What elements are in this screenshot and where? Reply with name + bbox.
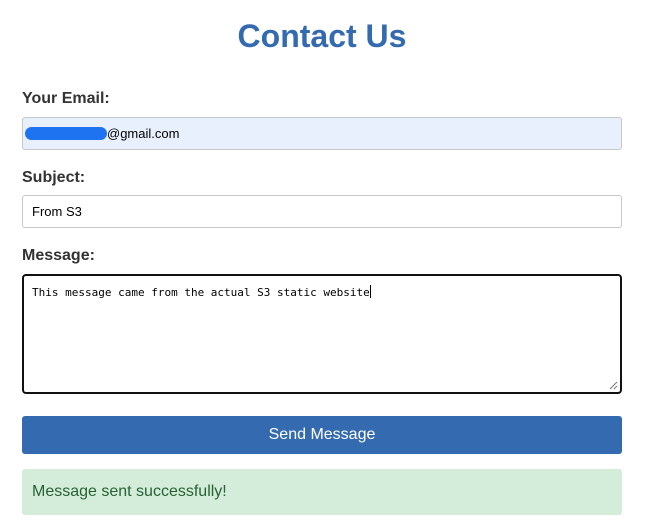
success-message: Message sent successfully! — [32, 483, 227, 500]
subject-field[interactable]: From S3 — [22, 195, 622, 228]
redacted-email-mark — [25, 127, 107, 140]
send-message-button[interactable]: Send Message — [22, 416, 622, 454]
success-alert: Message sent successfully! — [22, 469, 622, 515]
email-field[interactable]: @gmail.com — [22, 117, 622, 150]
email-label: Your Email: — [22, 90, 110, 107]
subject-value: From S3 — [32, 204, 82, 219]
email-value-suffix: @gmail.com — [107, 126, 180, 141]
message-textarea[interactable]: This message came from the actual S3 sta… — [22, 274, 622, 394]
contact-page: Contact Us Your Email: @gmail.com Subjec… — [0, 0, 649, 532]
page-title: Contact Us — [237, 18, 407, 54]
text-caret — [369, 285, 371, 298]
message-label: Message: — [22, 247, 95, 264]
resize-handle-icon[interactable] — [609, 381, 618, 390]
subject-label: Subject: — [22, 169, 86, 186]
message-value: This message came from the actual S3 sta… — [32, 286, 370, 299]
